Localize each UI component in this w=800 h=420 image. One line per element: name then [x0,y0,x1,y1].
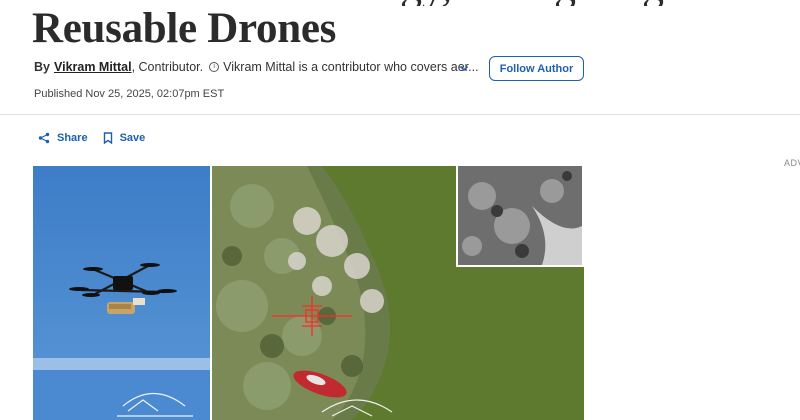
drone-sky-photo [33,166,210,420]
share-icon [38,132,50,144]
bookmark-icon [103,132,112,144]
follow-author-button[interactable]: Follow Author [489,56,584,81]
byline: By Vikram Mittal , Contributor. i Vikram… [34,60,479,74]
advertisement-label: ADV [784,158,800,168]
share-button[interactable]: Share [38,132,88,144]
author-description: Vikram Mittal is a contributor who cover… [223,60,479,74]
share-label: Share [57,132,88,144]
byline-prefix: By [34,60,50,74]
aerial-drone-view-photo [212,166,584,420]
save-label: Save [119,132,146,144]
article-actions: Share Save [38,132,160,144]
article-headline: Reusable Drones [32,5,337,52]
divider [0,114,800,115]
author-link[interactable]: Vikram Mittal [54,60,132,74]
info-icon: i [209,62,220,72]
chevron-down-icon[interactable] [458,61,470,73]
save-button[interactable]: Save [103,132,146,144]
author-role: , Contributor. [131,60,204,74]
published-date: Published Nov 25, 2025, 02:07pm EST [34,88,225,100]
